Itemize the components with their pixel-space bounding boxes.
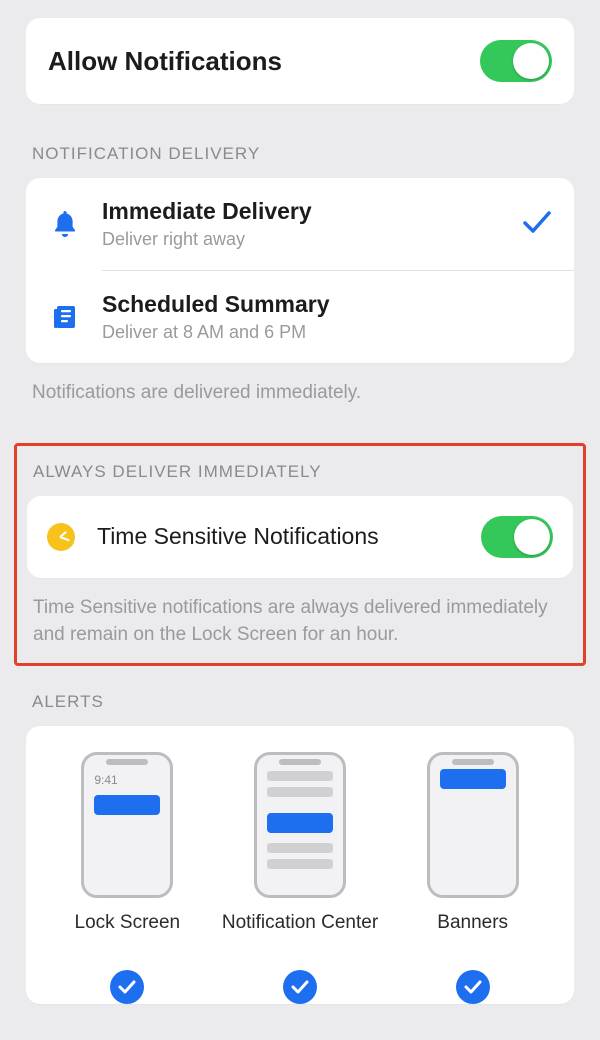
alert-options-grid: 9:41 Lock Screen Notification Center xyxy=(46,752,554,1004)
time-sensitive-toggle[interactable] xyxy=(481,516,553,558)
delivery-option-texts: Scheduled Summary Deliver at 8 AM and 6 … xyxy=(102,291,552,343)
alert-option-label: Lock Screen xyxy=(75,912,181,960)
alert-option-notification-center[interactable]: Notification Center xyxy=(219,752,382,1004)
alerts-section-header: ALERTS xyxy=(32,692,568,712)
notification-center-preview-icon xyxy=(254,752,346,898)
delivery-option-title: Scheduled Summary xyxy=(102,291,552,318)
allow-notifications-card: Allow Notifications xyxy=(26,18,574,104)
time-sensitive-footer: Time Sensitive notifications are always … xyxy=(33,594,567,649)
alerts-card: 9:41 Lock Screen Notification Center xyxy=(26,726,574,1004)
time-sensitive-label: Time Sensitive Notifications xyxy=(97,523,459,550)
lock-screen-preview-icon: 9:41 xyxy=(81,752,173,898)
summary-icon xyxy=(48,304,82,330)
alert-option-label: Banners xyxy=(437,912,508,960)
toggle-knob xyxy=(514,519,550,555)
notifications-settings-screen: Allow Notifications NOTIFICATION DELIVER… xyxy=(0,0,600,1004)
checkmark-icon xyxy=(522,210,552,239)
preview-time: 9:41 xyxy=(94,773,117,787)
delivery-option-summary[interactable]: Scheduled Summary Deliver at 8 AM and 6 … xyxy=(26,271,574,363)
allow-notifications-row[interactable]: Allow Notifications xyxy=(26,18,574,104)
delivery-option-texts: Immediate Delivery Deliver right away xyxy=(102,198,502,250)
delivery-option-subtitle: Deliver right away xyxy=(102,229,502,250)
delivery-section-header: NOTIFICATION DELIVERY xyxy=(32,144,568,164)
delivery-footer: Notifications are delivered immediately. xyxy=(32,379,568,407)
time-sensitive-section-header: ALWAYS DELIVER IMMEDIATELY xyxy=(33,462,567,482)
alert-option-lock-screen[interactable]: 9:41 Lock Screen xyxy=(46,752,209,1004)
delivery-option-subtitle: Deliver at 8 AM and 6 PM xyxy=(102,322,552,343)
delivery-card: Immediate Delivery Deliver right away Sc… xyxy=(26,178,574,363)
clock-icon xyxy=(47,523,75,551)
toggle-knob xyxy=(513,43,549,79)
alert-selected-check-icon[interactable] xyxy=(456,970,490,1004)
time-sensitive-card: Time Sensitive Notifications xyxy=(27,496,573,578)
allow-notifications-toggle[interactable] xyxy=(480,40,552,82)
alert-option-banners[interactable]: Banners xyxy=(391,752,554,1004)
alert-selected-check-icon[interactable] xyxy=(283,970,317,1004)
time-sensitive-highlight: ALWAYS DELIVER IMMEDIATELY Time Sensitiv… xyxy=(14,443,586,666)
alert-option-label: Notification Center xyxy=(222,912,378,960)
bell-icon xyxy=(48,211,82,237)
time-sensitive-row[interactable]: Time Sensitive Notifications xyxy=(27,496,573,578)
alert-selected-check-icon[interactable] xyxy=(110,970,144,1004)
banners-preview-icon xyxy=(427,752,519,898)
delivery-option-title: Immediate Delivery xyxy=(102,198,502,225)
allow-notifications-label: Allow Notifications xyxy=(48,46,480,77)
delivery-option-immediate[interactable]: Immediate Delivery Deliver right away xyxy=(26,178,574,270)
